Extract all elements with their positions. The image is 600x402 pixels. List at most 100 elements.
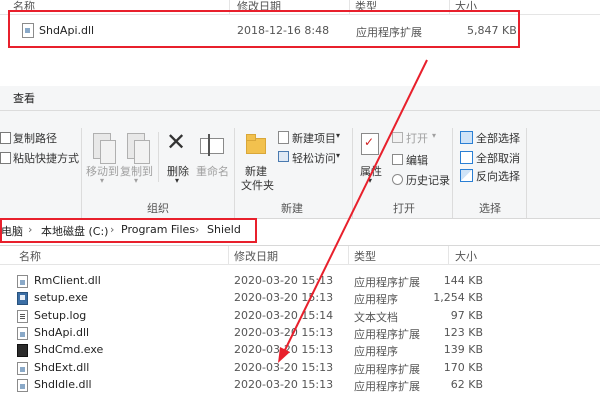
table-row[interactable]: ShdIdle.dll 2020-03-20 15:13 应用程序扩展 62 KB: [0, 377, 600, 394]
table-row[interactable]: ShdApi.dll 2020-03-20 15:13 应用程序扩展 123 KB: [0, 325, 600, 342]
file-size: 144 KB: [443, 274, 483, 287]
dll-file-icon: [17, 326, 28, 340]
file-type: 应用程序扩展: [354, 327, 420, 341]
file-date: 2020-03-20 15:13: [234, 291, 334, 305]
checkmark-icon: ✓: [364, 135, 375, 149]
file-date: 2020-03-20 15:13: [234, 325, 334, 339]
select-all-icon: [460, 131, 473, 144]
file-name: setup.exe: [34, 291, 88, 305]
file-name: ShdExt.dll: [34, 360, 90, 374]
edit-icon: [392, 154, 403, 165]
new-item-button[interactable]: 新建项目: [292, 130, 336, 146]
table-row[interactable]: setup.exe 2020-03-20 15:13 应用程序 1,254 KB: [0, 290, 600, 307]
col-date[interactable]: 修改日期: [234, 248, 278, 264]
red-highlight-box: [0, 218, 257, 243]
easy-access-icon: [278, 151, 289, 162]
group-separator: [352, 128, 353, 218]
file-name: RmClient.dll: [34, 274, 101, 287]
chevron-down-icon: ▾: [336, 131, 341, 140]
new-folder-button-line2[interactable]: 文件夹: [241, 177, 274, 193]
group-label-select: 选择: [479, 202, 501, 215]
dll-file-icon: [17, 378, 28, 392]
col-size[interactable]: 大小: [455, 248, 477, 264]
chevron-down-icon: ▾: [100, 176, 105, 185]
dll-file-icon: [17, 275, 28, 288]
folder-tab-icon: [246, 134, 256, 141]
col-type[interactable]: 类型: [354, 248, 376, 264]
file-date: 2020-03-20 15:13: [234, 360, 334, 374]
delete-x-icon: ✕: [166, 128, 187, 156]
chevron-down-icon: ▾: [336, 151, 341, 160]
file-type: 应用程序扩展: [354, 276, 420, 289]
group-label-new: 新建: [281, 202, 303, 215]
group-separator: [234, 128, 235, 218]
exe-file-icon: [17, 292, 28, 306]
rename-button[interactable]: 重命名: [196, 163, 229, 179]
history-icon: [392, 174, 403, 185]
col-divider: [348, 246, 349, 264]
open-icon: [392, 132, 403, 143]
file-date: 2020-03-20 15:13: [234, 377, 334, 391]
select-none-button[interactable]: 全部取消: [476, 150, 520, 166]
col-divider: [448, 246, 449, 264]
group-label-organize: 组织: [147, 202, 169, 215]
table-row[interactable]: ShdCmd.exe 2020-03-20 15:13 应用程序 139 KB: [0, 342, 600, 359]
file-date: 2020-03-20 15:14: [234, 308, 334, 322]
chevron-down-icon: ▾: [175, 176, 180, 185]
red-highlight-box: [8, 10, 520, 48]
dll-file-icon: [17, 361, 28, 375]
list-column-header: 名称 修改日期 类型 大小: [0, 246, 600, 264]
rename-icon: [200, 138, 224, 154]
file-date: 2020-03-20 15:13: [234, 274, 334, 287]
group-separator: [81, 128, 82, 218]
copy-path-button[interactable]: 复制路径: [13, 130, 57, 146]
file-type: 应用程序扩展: [354, 379, 420, 393]
open-button[interactable]: 打开: [406, 130, 428, 146]
file-name: Setup.log: [34, 308, 87, 322]
table-row[interactable]: Setup.log 2020-03-20 15:14 文本文档 97 KB: [0, 308, 600, 325]
invert-selection-button[interactable]: 反向选择: [476, 168, 520, 184]
file-size: 139 KB: [443, 343, 483, 357]
file-type: 应用程序: [354, 293, 398, 307]
group-separator: [526, 128, 527, 218]
group-label-open: 打开: [393, 202, 415, 215]
table-row[interactable]: RmClient.dll 2020-03-20 15:13 应用程序扩展 144 KB: [0, 273, 600, 290]
group-separator: [158, 132, 159, 182]
chevron-down-icon: ▾: [432, 131, 437, 140]
ribbon-tab-bar: 查看: [0, 86, 600, 110]
file-name: ShdIdle.dll: [34, 377, 92, 391]
tab-view[interactable]: 查看: [13, 90, 35, 106]
copy-path-icon: [0, 132, 11, 144]
chevron-down-icon: ▾: [368, 176, 373, 185]
group-separator: [452, 128, 453, 218]
copy-to-icon-back: [134, 140, 150, 164]
select-all-button[interactable]: 全部选择: [476, 130, 520, 146]
invert-selection-icon: [460, 169, 473, 182]
file-type: 应用程序扩展: [354, 362, 420, 376]
file-size: 123 KB: [443, 325, 483, 339]
edit-button[interactable]: 编辑: [406, 152, 428, 168]
file-name: ShdCmd.exe: [34, 343, 104, 357]
file-size: 97 KB: [450, 308, 483, 322]
header-divider: [0, 264, 600, 265]
paste-shortcut-icon: [0, 152, 11, 164]
history-button[interactable]: 历史记录: [406, 172, 450, 188]
chevron-down-icon: ▾: [134, 176, 139, 185]
move-to-icon-back: [100, 140, 116, 164]
file-size: 62 KB: [450, 377, 483, 391]
rename-cursor-icon: [208, 134, 210, 156]
file-size: 170 KB: [443, 360, 483, 374]
new-item-icon: [278, 131, 289, 144]
file-type: 文本文档: [354, 310, 398, 324]
col-divider: [228, 246, 229, 264]
file-name: ShdApi.dll: [34, 325, 90, 339]
ribbon-divider: [0, 110, 600, 111]
text-file-icon: [17, 309, 28, 323]
col-name[interactable]: 名称: [19, 248, 41, 264]
easy-access-button[interactable]: 轻松访问: [292, 150, 336, 166]
select-none-icon: [460, 151, 473, 164]
file-type: 应用程序: [354, 345, 398, 359]
file-size: 1,254 KB: [433, 291, 483, 305]
paste-shortcut-button[interactable]: 粘贴快捷方式: [13, 150, 79, 166]
table-row[interactable]: ShdExt.dll 2020-03-20 15:13 应用程序扩展 170 KB: [0, 360, 600, 377]
